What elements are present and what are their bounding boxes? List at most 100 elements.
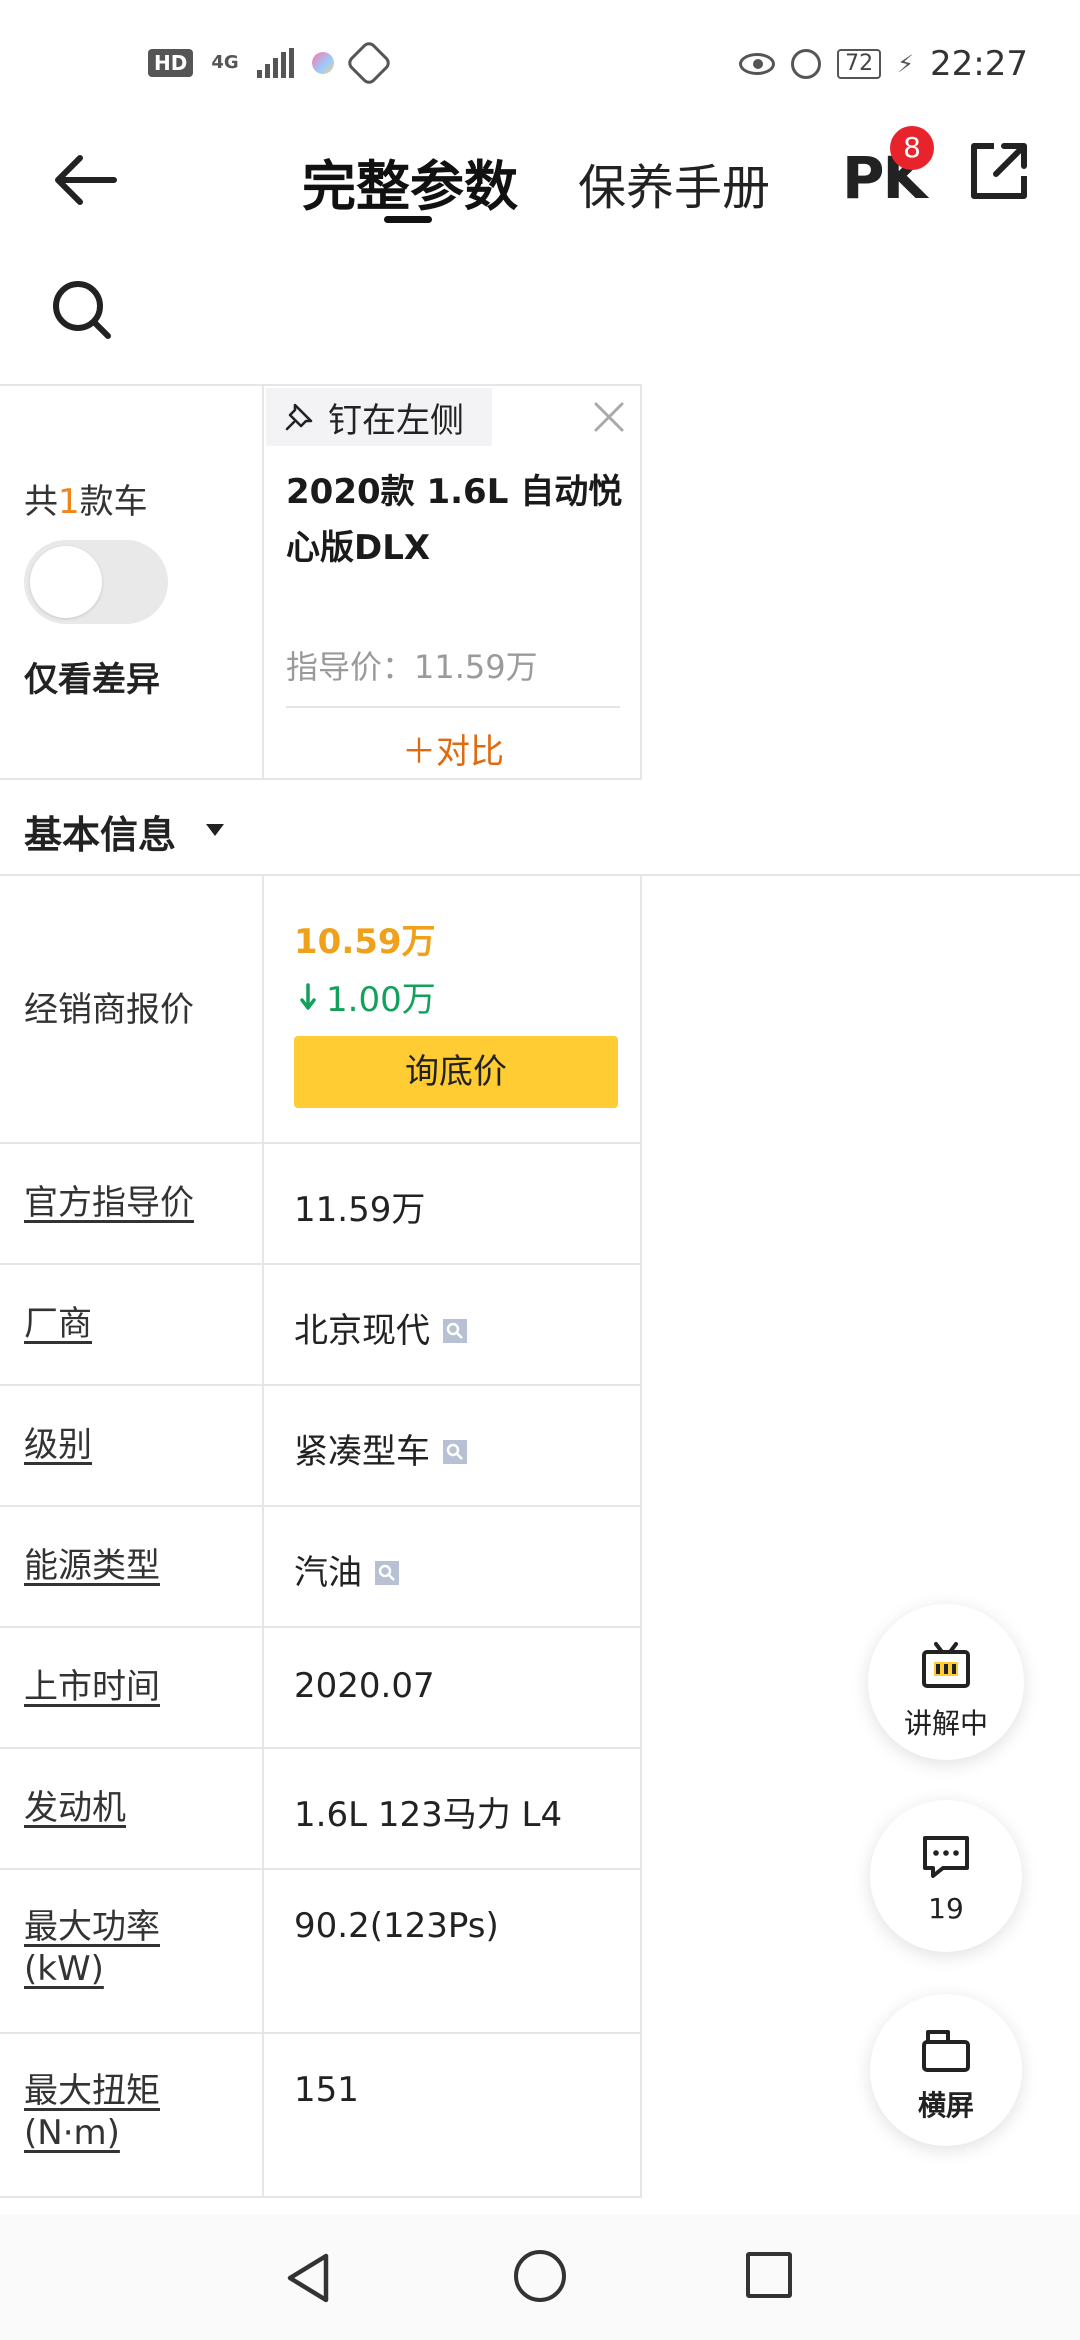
section-basic-info[interactable]: 基本信息 [0, 780, 1080, 876]
toggle-knob [30, 546, 102, 618]
back-arrow-icon[interactable] [50, 150, 120, 210]
spec-value: 紧凑型车 [294, 1432, 430, 1472]
network-type: 4G [211, 52, 239, 73]
live-explain-label: 讲解中 [903, 1707, 988, 1740]
spec-label-cell: 官方指导价 [0, 1144, 264, 1263]
count-number: 1 [58, 482, 80, 522]
nav-recents-icon[interactable] [746, 2252, 792, 2298]
car-model-name[interactable]: 2020款 1.6L 自动悦心版DLX [286, 464, 626, 576]
spec-label-cell: 厂商 [0, 1265, 264, 1384]
spec-value: 151 [294, 2070, 359, 2110]
system-nav-bar [0, 2214, 1080, 2340]
spec-row: 厂商 北京现代 [0, 1265, 642, 1386]
section-title: 基本信息 [24, 813, 177, 857]
eye-icon [739, 53, 776, 75]
spec-value-cell: 汽油 [294, 1545, 400, 1594]
comments-count: 19 [928, 1892, 964, 1925]
top-nav: 完整参数 保养手册 PK 8 [0, 120, 1080, 260]
spec-label[interactable]: 上市时间 [24, 1666, 160, 1708]
share-icon[interactable] [968, 140, 1030, 202]
spec-row: 发动机 1.6L 123马力 L4 [0, 1749, 642, 1870]
status-time: 22:27 [930, 44, 1028, 84]
car-count-text: 共1款车 [24, 474, 148, 523]
spec-label-cell: 最大功率(kW) [0, 1870, 264, 2032]
spec-label[interactable]: 发动机 [24, 1787, 126, 1829]
spec-label-cell: 级别 [0, 1386, 264, 1505]
spec-label-cell: 最大扭矩(N·m) [0, 2034, 264, 2196]
car-count-cell: 共1款车 仅看差异 [0, 386, 264, 778]
tab-full-params[interactable]: 完整参数 [302, 142, 518, 221]
spec-label[interactable]: 最大功率(kW) [24, 1906, 224, 1990]
spec-label: 经销商报价 [24, 990, 194, 1030]
dealer-price: 10.59万 [294, 922, 436, 962]
diff-only-label: 仅看差异 [24, 660, 160, 700]
divider [286, 706, 620, 708]
diff-only-toggle[interactable] [24, 540, 168, 624]
caret-down-icon [206, 824, 224, 836]
spec-label-cell: 上市时间 [0, 1628, 264, 1747]
tv-icon [922, 1642, 970, 1688]
lookup-icon[interactable] [374, 1560, 400, 1586]
spec-row: 上市时间 2020.07 [0, 1628, 642, 1749]
add-compare-button[interactable]: ＋对比 [286, 724, 620, 773]
spec-value: 1.6L 123马力 L4 [294, 1795, 563, 1835]
search-icon[interactable] [50, 278, 114, 342]
pin-left-label: 钉在左侧 [328, 400, 464, 441]
ask-lowest-price-button[interactable]: 询底价 [294, 1036, 618, 1108]
pin-left-button[interactable]: 钉在左侧 [266, 388, 492, 446]
arrow-down-icon [300, 982, 316, 1010]
spec-value-cell: 北京现代 [294, 1303, 468, 1352]
comment-icon [923, 1836, 969, 1878]
spec-value: 北京现代 [294, 1311, 430, 1351]
hd-indicator: HD [148, 49, 194, 77]
alarm-icon [791, 49, 822, 79]
count-prefix: 共 [24, 482, 58, 522]
spec-value: 2020.07 [294, 1666, 435, 1706]
count-suffix: 款车 [79, 482, 148, 522]
spec-label-cell: 经销商报价 [0, 876, 264, 1142]
spec-label[interactable]: 能源类型 [24, 1545, 160, 1587]
price-drop: 1.00万 [300, 972, 436, 1021]
nav-back-icon[interactable] [282, 2250, 334, 2306]
spec-row: 能源类型 汽油 [0, 1507, 642, 1628]
comments-button[interactable]: 19 [870, 1800, 1022, 1952]
charging-icon: ⚡ [897, 50, 915, 78]
active-tab-indicator [384, 216, 432, 223]
spec-label[interactable]: 官方指导价 [24, 1182, 194, 1224]
spec-row: 级别 紧凑型车 [0, 1386, 642, 1507]
hand-icon [344, 38, 393, 88]
status-left: HD 4G [148, 38, 393, 88]
status-bar: HD 4G 72 ⚡ 22:27 [0, 0, 1080, 120]
spec-value: 汽油 [294, 1553, 362, 1593]
spec-value: 11.59万 [294, 1190, 426, 1230]
nav-home-icon[interactable] [514, 2250, 566, 2302]
spec-row: 最大扭矩(N·m) 151 [0, 2034, 642, 2198]
close-icon[interactable] [592, 400, 626, 434]
pin-icon [285, 403, 313, 431]
car-guide-price: 指导价：11.59万 [286, 648, 538, 686]
battery-icon: 72 [837, 49, 882, 79]
spec-value: 90.2(123Ps) [294, 1906, 499, 1946]
spec-value-cell: 紧凑型车 [294, 1424, 468, 1473]
spec-label[interactable]: 最大扭矩(N·m) [24, 2070, 224, 2154]
lookup-icon[interactable] [442, 1439, 468, 1465]
landscape-button[interactable]: 横屏 [870, 1994, 1022, 2146]
app-notification-icon [311, 52, 334, 74]
tab-maintenance-manual[interactable]: 保养手册 [578, 148, 770, 218]
live-explain-button[interactable]: 讲解中 [868, 1604, 1024, 1760]
lookup-icon[interactable] [442, 1318, 468, 1344]
price-drop-amount: 1.00万 [326, 980, 436, 1020]
spec-row-dealer-price: 经销商报价 10.59万 1.00万 询底价 [0, 876, 642, 1144]
landscape-label: 横屏 [917, 2089, 974, 2122]
rotate-screen-icon [922, 2030, 970, 2072]
spec-label[interactable]: 厂商 [24, 1303, 92, 1345]
spec-label-cell: 能源类型 [0, 1507, 264, 1626]
spec-label[interactable]: 级别 [24, 1424, 92, 1466]
spec-row: 最大功率(kW) 90.2(123Ps) [0, 1870, 642, 2034]
signal-icon [256, 48, 294, 78]
spec-row: 官方指导价 11.59万 [0, 1144, 642, 1265]
car-header-table: 共1款车 仅看差异 钉在左侧 2020款 1.6L 自动悦心版DLX 指导价：1… [0, 384, 642, 780]
pk-badge: 8 [890, 126, 934, 170]
status-right: 72 ⚡ 22:27 [739, 44, 1028, 84]
spec-label-cell: 发动机 [0, 1749, 264, 1868]
